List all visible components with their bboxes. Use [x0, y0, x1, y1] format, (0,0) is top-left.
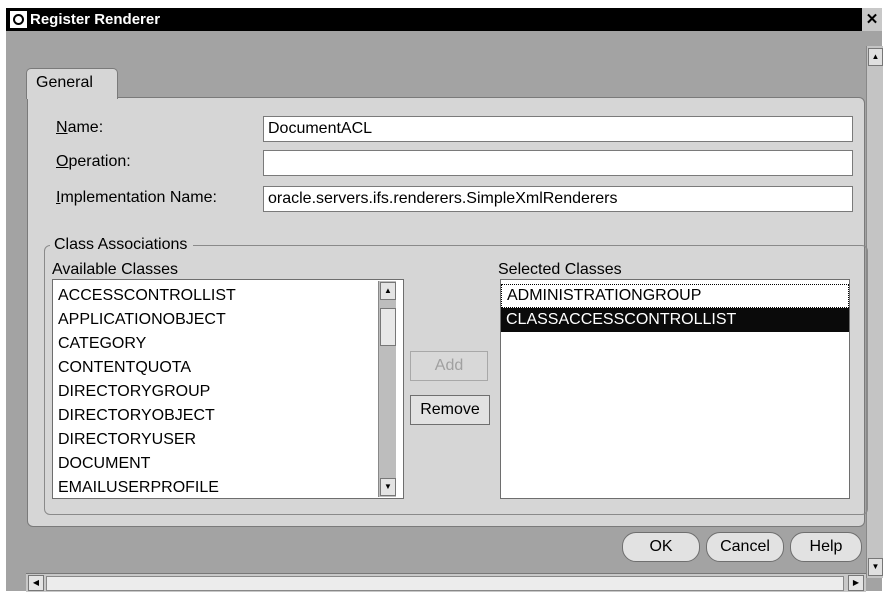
remove-button[interactable]: Remove: [410, 395, 490, 425]
list-scroll-thumb[interactable]: [380, 308, 396, 346]
help-button[interactable]: Help: [790, 532, 862, 562]
scroll-left-icon[interactable]: ◀: [28, 575, 44, 591]
list-item[interactable]: CONTENTQUOTA: [53, 356, 403, 380]
list-item[interactable]: APPLICATIONOBJECT: [53, 308, 403, 332]
list-item[interactable]: CLASSACCESSCONTROLLIST: [501, 308, 849, 332]
list-scroll-down-icon[interactable]: ▼: [380, 478, 396, 496]
app-icon: [10, 11, 27, 28]
list-item[interactable]: DIRECTORYGROUP: [53, 380, 403, 404]
close-icon[interactable]: ✕: [862, 8, 882, 31]
title-bar[interactable]: Register Renderer ✕: [6, 8, 882, 31]
window-vertical-scrollbar[interactable]: ▲ ▼: [866, 46, 883, 578]
operation-label: Operation:: [56, 153, 131, 170]
add-button[interactable]: Add: [410, 351, 488, 381]
operation-input[interactable]: [263, 150, 853, 176]
dialog-window: Register Renderer ✕ ▲ ▼ ◀ ▶ General Name…: [6, 8, 883, 592]
selected-classes-list[interactable]: ADMINISTRATIONGROUP CLASSACCESSCONTROLLIS…: [500, 279, 850, 499]
available-classes-list[interactable]: ACCESSCONTROLLIST APPLICATIONOBJECT CATEGO…: [52, 279, 404, 499]
implementation-name-input[interactable]: oracle.servers.ifs.renderers.SimpleXmlRe…: [263, 186, 853, 212]
window-title: Register Renderer: [30, 11, 161, 28]
tab-general[interactable]: General: [26, 68, 118, 99]
list-item[interactable]: DOCUMENT: [53, 452, 403, 476]
cancel-button[interactable]: Cancel: [706, 532, 784, 562]
scroll-thumb[interactable]: [46, 576, 844, 591]
scroll-down-icon[interactable]: ▼: [868, 558, 883, 576]
tab-label: General: [36, 74, 93, 91]
list-item[interactable]: DIRECTORYUSER: [53, 428, 403, 452]
list-item[interactable]: ADMINISTRATIONGROUP: [501, 284, 849, 308]
window-horizontal-scrollbar[interactable]: ◀ ▶: [26, 573, 866, 592]
ok-button[interactable]: OK: [622, 532, 700, 562]
available-classes-label: Available Classes: [52, 261, 178, 278]
available-list-scrollbar[interactable]: ▲ ▼: [378, 281, 396, 497]
list-item[interactable]: DIRECTORYOBJECT: [53, 404, 403, 428]
scroll-up-icon[interactable]: ▲: [868, 48, 883, 66]
list-item[interactable]: CATEGORY: [53, 332, 403, 356]
list-scroll-up-icon[interactable]: ▲: [380, 282, 396, 300]
list-item[interactable]: EMAILUSERPROFILE: [53, 476, 403, 498]
name-label: Name:: [56, 119, 104, 136]
class-associations-title: Class Associations: [50, 236, 194, 254]
implementation-name-label: Implementation Name:: [56, 189, 217, 206]
list-item[interactable]: ACCESSCONTROLLIST: [53, 284, 403, 308]
scroll-right-icon[interactable]: ▶: [848, 575, 864, 591]
selected-classes-label: Selected Classes: [498, 261, 622, 278]
name-input[interactable]: DocumentACL: [263, 116, 853, 142]
